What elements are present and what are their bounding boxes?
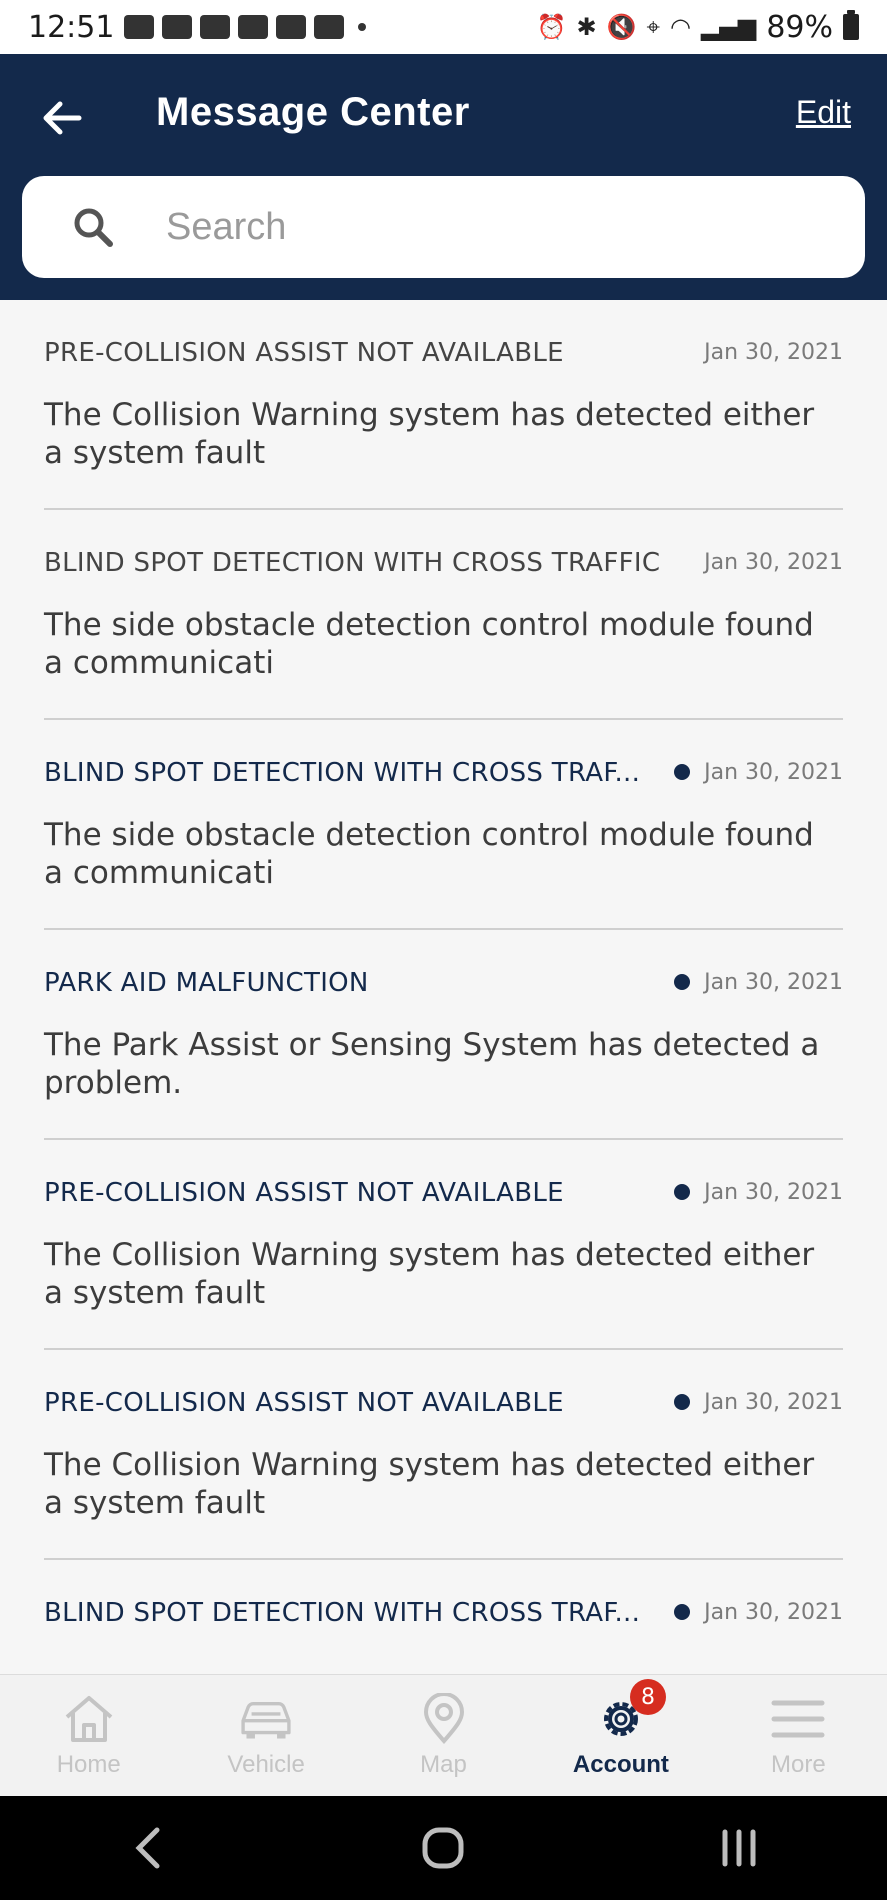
outlook-notification-icon [276, 15, 307, 39]
unread-indicator-icon [674, 764, 690, 780]
battery-icon [843, 10, 859, 40]
search-bar[interactable] [22, 176, 865, 278]
message-list: PRE-COLLISION ASSIST NOT AVAILABLE Jan 3… [0, 300, 887, 1674]
message-date: Jan 30, 2021 [704, 1600, 843, 1625]
status-bar: 12:51 ⏰ ✱ 🔇 ⌖ ◠ ▂▄▆ 89% [0, 0, 887, 54]
header: Message Center Edit [0, 54, 887, 300]
search-input[interactable] [164, 204, 818, 250]
battery-percent: 89% [766, 9, 833, 45]
bluetooth-icon: ✱ [576, 13, 597, 41]
nav-more-label: More [770, 1751, 826, 1778]
message-title: BLIND SPOT DETECTION WITH CROSS TRAF... [44, 1598, 641, 1628]
message-item[interactable]: PRE-COLLISION ASSIST NOT AVAILABLE Jan 3… [44, 300, 843, 510]
signal-icon: ▂▄▆ [700, 13, 757, 41]
outlook-notification-icon [238, 15, 269, 39]
status-left: 12:51 [28, 9, 367, 45]
teams-notification-icon [200, 15, 231, 39]
nav-account[interactable]: Account [532, 1675, 709, 1797]
location-icon: ⌖ [646, 13, 660, 41]
message-item[interactable]: BLIND SPOT DETECTION WITH CROSS TRAFFIC … [44, 510, 843, 720]
message-title: BLIND SPOT DETECTION WITH CROSS TRAF... [44, 758, 641, 788]
outlook-notification-icon [314, 15, 345, 39]
message-title: PRE-COLLISION ASSIST NOT AVAILABLE [44, 1178, 564, 1208]
unread-indicator-icon [674, 1184, 690, 1200]
message-body: The Park Assist or Sensing System has de… [44, 1027, 820, 1101]
menu-icon [771, 1700, 825, 1738]
alarm-icon: ⏰ [536, 13, 567, 41]
message-date: Jan 30, 2021 [704, 760, 843, 785]
message-title: PRE-COLLISION ASSIST NOT AVAILABLE [44, 338, 564, 368]
message-date: Jan 30, 2021 [704, 970, 843, 995]
search-icon [74, 208, 113, 247]
message-date: Jan 30, 2021 [704, 340, 843, 365]
home-circle-icon [422, 1827, 464, 1869]
notification-icons [124, 15, 367, 39]
nav-account-label: Account [572, 1751, 669, 1778]
status-time: 12:51 [28, 9, 115, 45]
nav-vehicle-label: Vehicle [227, 1751, 305, 1778]
message-body: The Collision Warning system has detecte… [44, 397, 815, 471]
unread-indicator-icon [674, 1394, 690, 1410]
message-body: The Collision Warning system has detecte… [44, 1237, 815, 1311]
more-notifications-icon [358, 23, 367, 31]
page-title: Message Center [156, 90, 470, 134]
account-badge: 8 [630, 1679, 666, 1715]
system-back-button[interactable] [118, 1818, 178, 1878]
status-right: ⏰ ✱ 🔇 ⌖ ◠ ▂▄▆ 89% [537, 10, 859, 45]
nav-more[interactable]: More [710, 1675, 887, 1797]
message-item[interactable]: PRE-COLLISION ASSIST NOT AVAILABLE Jan 3… [44, 1350, 843, 1560]
outlook-notification-icon [162, 15, 193, 39]
mute-icon: 🔇 [606, 13, 637, 41]
back-button[interactable] [36, 92, 88, 144]
nav-home-label: Home [56, 1751, 121, 1778]
message-item[interactable]: PARK AID MALFUNCTION Jan 30, 2021 The Pa… [44, 930, 843, 1140]
message-title: PARK AID MALFUNCTION [44, 968, 369, 998]
wifi-icon: ◠ [669, 13, 691, 41]
system-nav [0, 1796, 887, 1900]
teams-notification-icon [124, 15, 155, 39]
chevron-left-icon [135, 1827, 160, 1869]
system-recents-button[interactable] [709, 1818, 769, 1878]
car-icon [241, 1702, 291, 1739]
unread-indicator-icon [674, 974, 690, 990]
edit-button[interactable]: Edit [796, 94, 851, 131]
bottom-nav: Home Vehicle Map Account More 8 [0, 1674, 887, 1797]
message-date: Jan 30, 2021 [704, 1390, 843, 1415]
nav-map-label: Map [420, 1751, 467, 1778]
nav-vehicle[interactable]: Vehicle [177, 1675, 354, 1797]
recents-icon [722, 1829, 756, 1867]
message-item[interactable]: BLIND SPOT DETECTION WITH CROSS TRAF... … [44, 720, 843, 930]
message-item[interactable]: PRE-COLLISION ASSIST NOT AVAILABLE Jan 3… [44, 1140, 843, 1350]
message-body: The Collision Warning system has detecte… [44, 1447, 815, 1521]
home-icon [65, 1696, 113, 1742]
message-title: BLIND SPOT DETECTION WITH CROSS TRAFFIC [44, 548, 661, 578]
message-title: PRE-COLLISION ASSIST NOT AVAILABLE [44, 1388, 564, 1418]
message-body: The side obstacle detection control modu… [44, 607, 814, 681]
unread-indicator-icon [674, 1604, 690, 1620]
system-home-button[interactable] [413, 1818, 473, 1878]
message-body: The side obstacle detection control modu… [44, 817, 814, 891]
nav-map[interactable]: Map [355, 1675, 532, 1797]
message-item[interactable]: BLIND SPOT DETECTION WITH CROSS TRAF... … [44, 1560, 843, 1674]
map-pin-icon [423, 1693, 464, 1745]
nav-home[interactable]: Home [0, 1675, 177, 1797]
message-date: Jan 30, 2021 [704, 550, 843, 575]
back-arrow-icon [43, 101, 82, 135]
message-date: Jan 30, 2021 [704, 1180, 843, 1205]
